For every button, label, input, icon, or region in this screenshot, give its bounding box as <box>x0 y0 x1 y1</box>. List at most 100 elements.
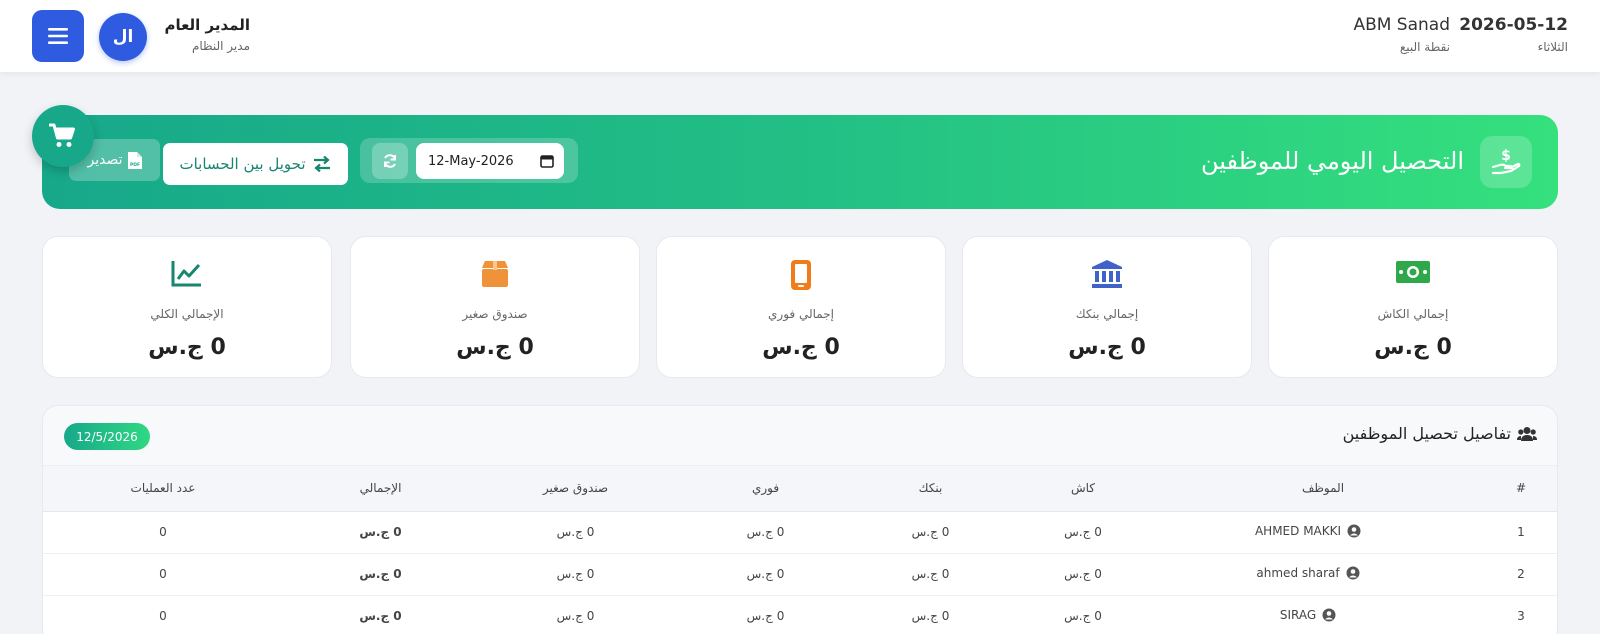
cart-button[interactable] <box>32 105 94 167</box>
col-header-bank: بنكك <box>858 466 1003 512</box>
user-circle-icon <box>1346 566 1360 579</box>
calendar-icon[interactable] <box>540 154 554 168</box>
money-bill-icon <box>1396 261 1430 283</box>
table-row[interactable]: 2 ahmed sharaf 0 ج.س 0 ج.س 0 ج.س 0 ج.س 0… <box>43 553 1557 596</box>
hand-money-icon: $ <box>1480 136 1532 188</box>
card-petty-cash: صندوق صغير 0 ج.س <box>350 236 640 378</box>
page-title: التحصيل اليومي للموظفين <box>1201 147 1464 175</box>
row-index: 1 <box>1483 511 1557 554</box>
svg-text:$: $ <box>1501 148 1511 164</box>
employee-name: AHMED MAKKI <box>1254 523 1342 538</box>
row-bank: 0 ج.س <box>858 595 1003 634</box>
card-value: 0 ج.س <box>456 335 534 360</box>
row-petty-cash: 0 ج.س <box>478 553 673 596</box>
page-header-banner: $ التحصيل اليومي للموظفين 12-May-2026 تح… <box>42 115 1558 209</box>
hamburger-icon <box>48 28 68 44</box>
row-fawry: 0 ج.س <box>673 511 858 554</box>
employee-name: SIRAG <box>1279 607 1317 622</box>
row-operations: 0 <box>43 511 283 554</box>
table-header-row: # الموظف كاش بنكك فوري صندوق صغير الإجما… <box>43 466 1557 512</box>
svg-text:PDF: PDF <box>129 162 139 168</box>
transfer-accounts-label: تحويل بين الحسابات <box>179 155 306 173</box>
current-day: الثلاثاء <box>1537 40 1568 54</box>
card-total-fawry: إجمالي فوري 0 ج.س <box>656 236 946 378</box>
row-employee: AHMED MAKKI <box>1163 511 1483 554</box>
employee-name: ahmed sharaf <box>1256 565 1340 580</box>
row-index: 3 <box>1483 595 1557 634</box>
col-header-operations: عدد العمليات <box>43 466 283 512</box>
refresh-icon <box>384 154 396 168</box>
export-label: تصدير <box>87 152 123 168</box>
row-total: 0 ج.س <box>283 511 478 554</box>
row-bank: 0 ج.س <box>858 511 1003 554</box>
top-navbar: ال المدير العام مدير النظام ABM Sanad نق… <box>0 0 1600 72</box>
date-picker-input[interactable]: 12-May-2026 <box>416 143 564 179</box>
panel-title-text: تفاصيل تحصيل الموظفين <box>1342 424 1511 443</box>
branch-name: ABM Sanad <box>1353 15 1450 35</box>
col-header-employee: الموظف <box>1163 466 1483 512</box>
card-label: إجمالي فوري <box>768 307 834 321</box>
cart-icon <box>49 123 75 147</box>
row-total: 0 ج.س <box>283 553 478 596</box>
user-role: مدير النظام <box>191 39 250 53</box>
card-value: 0 ج.س <box>1068 335 1146 360</box>
mobile-icon <box>791 260 811 290</box>
row-operations: 0 <box>43 595 283 634</box>
date-filter-group: 12-May-2026 <box>360 138 578 183</box>
user-circle-icon <box>1322 608 1336 621</box>
date-picker-value: 12-May-2026 <box>428 153 514 169</box>
header-date: 2026-05-12 الثلاثاء <box>1459 14 1568 58</box>
avatar[interactable]: ال <box>99 13 147 61</box>
row-index: 2 <box>1483 553 1557 596</box>
row-petty-cash: 0 ج.س <box>478 595 673 634</box>
col-header-cash: كاش <box>1003 466 1163 512</box>
row-cash: 0 ج.س <box>1003 553 1163 596</box>
table-row[interactable]: 3 SIRAG 0 ج.س 0 ج.س 0 ج.س 0 ج.س 0 ج.س 0 <box>43 595 1557 634</box>
date-badge: 12/5/2026 <box>64 423 150 450</box>
col-header-fawry: فوري <box>673 466 858 512</box>
user-name: المدير العام <box>164 16 250 34</box>
bank-icon <box>1092 260 1122 288</box>
collection-table: # الموظف كاش بنكك فوري صندوق صغير الإجما… <box>43 466 1557 634</box>
user-info: المدير العام مدير النظام <box>160 14 250 56</box>
branch-subtitle: نقطة البيع <box>1399 40 1450 54</box>
row-cash: 0 ج.س <box>1003 595 1163 634</box>
card-value: 0 ج.س <box>148 335 226 360</box>
panel-title: تفاصيل تحصيل الموظفين <box>1343 424 1537 443</box>
card-label: إجمالي بنكك <box>1075 307 1139 321</box>
col-header-total: الإجمالي <box>283 466 478 512</box>
user-circle-icon <box>1347 524 1361 537</box>
row-bank: 0 ج.س <box>858 553 1003 596</box>
card-label: الإجمالي الكلي <box>150 307 224 321</box>
box-icon <box>482 261 508 287</box>
row-total: 0 ج.س <box>283 595 478 634</box>
panel-header: تفاصيل تحصيل الموظفين 12/5/2026 <box>43 406 1557 466</box>
row-cash: 0 ج.س <box>1003 511 1163 554</box>
row-fawry: 0 ج.س <box>673 553 858 596</box>
card-total-cash: إجمالي الكاش 0 ج.س <box>1268 236 1558 378</box>
card-label: صندوق صغير <box>462 307 528 321</box>
pdf-icon: PDF <box>127 151 142 169</box>
transfer-accounts-button[interactable]: تحويل بين الحسابات <box>163 143 348 185</box>
row-operations: 0 <box>43 553 283 596</box>
chart-line-icon <box>171 261 201 287</box>
row-fawry: 0 ج.س <box>673 595 858 634</box>
refresh-button[interactable] <box>372 143 408 179</box>
row-employee: SIRAG <box>1163 595 1483 634</box>
card-value: 0 ج.س <box>762 335 840 360</box>
menu-toggle-button[interactable] <box>32 10 84 62</box>
table-row[interactable]: 1 AHMED MAKKI 0 ج.س 0 ج.س 0 ج.س 0 ج.س 0 … <box>43 511 1557 554</box>
branch-info: ABM Sanad نقطة البيع <box>1353 14 1450 58</box>
collection-details-panel: تفاصيل تحصيل الموظفين 12/5/2026 # الموظف… <box>42 405 1558 634</box>
card-total-bank: إجمالي بنكك 0 ج.س <box>962 236 1252 378</box>
row-employee: ahmed sharaf <box>1163 553 1483 596</box>
current-date: 2026-05-12 <box>1459 15 1568 35</box>
card-grand-total: الإجمالي الكلي 0 ج.س <box>42 236 332 378</box>
exchange-icon <box>313 156 330 172</box>
col-header-index: # <box>1483 466 1557 512</box>
col-header-petty-cash: صندوق صغير <box>478 466 673 512</box>
card-label: إجمالي الكاش <box>1377 307 1449 321</box>
row-petty-cash: 0 ج.س <box>478 511 673 554</box>
card-value: 0 ج.س <box>1374 335 1452 360</box>
users-icon <box>1517 426 1537 441</box>
